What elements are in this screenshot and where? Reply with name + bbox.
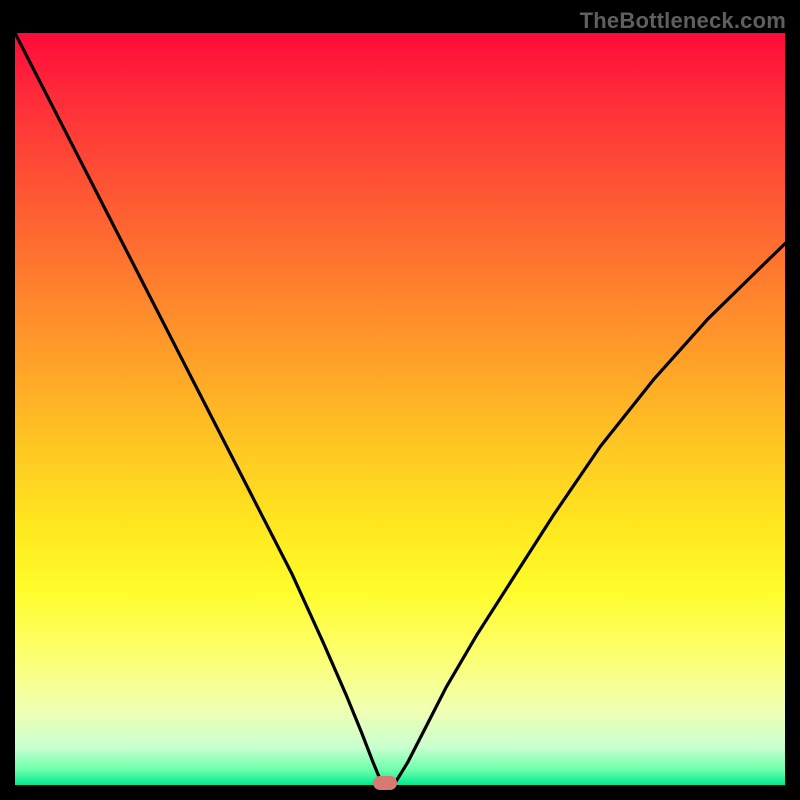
chart-container: TheBottleneck.com [0, 0, 800, 800]
watermark-text: TheBottleneck.com [580, 8, 786, 34]
gradient-plot-area [15, 33, 785, 785]
optimum-marker [373, 776, 397, 790]
